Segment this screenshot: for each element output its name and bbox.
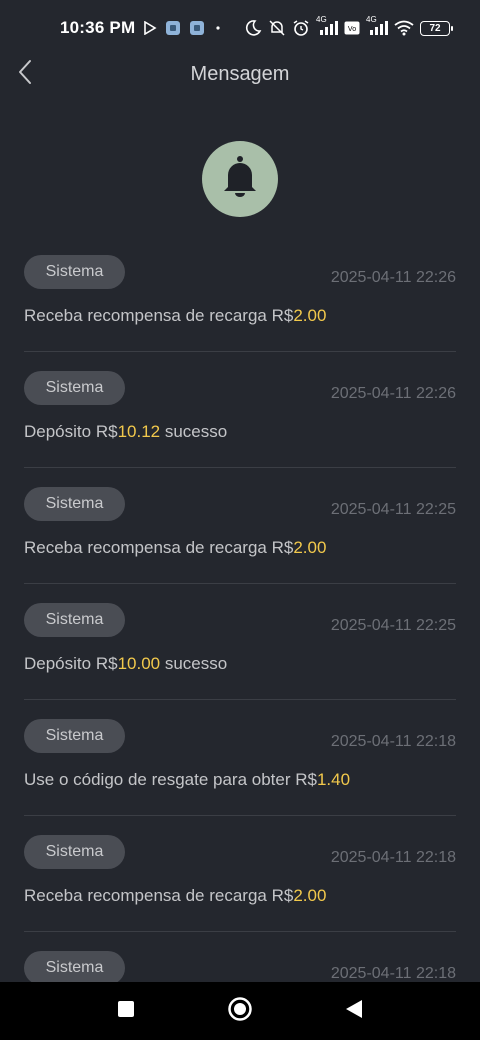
message-type-badge: Sistema bbox=[24, 603, 125, 637]
signal-icon: 4G bbox=[366, 15, 388, 36]
battery-icon: 72 bbox=[420, 20, 453, 36]
status-time: 10:36 PM bbox=[60, 18, 136, 37]
message-type-badge: Sistema bbox=[24, 951, 125, 985]
wifi-icon bbox=[394, 20, 414, 36]
alarm-icon bbox=[292, 19, 310, 37]
play-store-icon bbox=[143, 21, 157, 35]
message-text: Use o código de resgate para obter R$1.4… bbox=[24, 770, 350, 790]
message-timestamp: 2025-04-11 22:25 bbox=[330, 617, 456, 634]
message-item[interactable]: Sistema 2025-04-11 22:18 Receba recompensa… bbox=[24, 816, 456, 932]
bell-icon bbox=[220, 155, 260, 204]
message-timestamp: 2025-04-11 22:25 bbox=[330, 501, 456, 518]
message-type-badge: Sistema bbox=[24, 835, 125, 869]
status-bar: 10:36 PM 4G Vo 4G 72 bbox=[0, 0, 480, 56]
message-text-prefix: Use o código de resgate para obter R$ bbox=[24, 770, 317, 789]
message-amount: 2.00 bbox=[293, 886, 327, 905]
volte-icon: Vo bbox=[344, 21, 360, 35]
recent-apps-button[interactable] bbox=[110, 995, 142, 1027]
bell-badge bbox=[202, 141, 278, 217]
app-notification-icon bbox=[165, 20, 181, 36]
message-timestamp: 2025-04-11 22:18 bbox=[330, 965, 456, 982]
moon-icon bbox=[244, 19, 262, 37]
message-item[interactable]: Sistema 2025-04-11 22:25 Receba recompensa… bbox=[24, 468, 456, 584]
message-amount: 2.00 bbox=[293, 306, 327, 325]
app-header: Mensagem bbox=[0, 56, 480, 92]
message-type-badge: Sistema bbox=[24, 487, 125, 521]
message-amount: 10.12 bbox=[117, 422, 161, 441]
message-item[interactable]: Sistema 2025-04-11 22:25 Depósito R$10.00 … bbox=[24, 584, 456, 700]
message-text-prefix: Receba recompensa de recarga R$ bbox=[24, 306, 294, 325]
network-label: 4G bbox=[366, 15, 377, 24]
message-text-prefix: Depósito R$ bbox=[24, 422, 118, 441]
message-text: Depósito R$10.12 sucesso bbox=[24, 422, 227, 442]
message-type-badge: Sistema bbox=[24, 371, 125, 405]
message-list: Sistema 2025-04-11 22:26 Receba recompensa… bbox=[24, 236, 456, 1040]
message-text-prefix: Depósito R$ bbox=[24, 654, 118, 673]
message-text-prefix: Receba recompensa de recarga R$ bbox=[24, 886, 294, 905]
message-text: Receba recompensa de recarga R$2.00 bbox=[24, 538, 326, 558]
message-amount: 1.40 bbox=[316, 770, 351, 789]
nav-back-button[interactable] bbox=[338, 995, 370, 1027]
signal-icon: 4G bbox=[316, 15, 338, 36]
message-item[interactable]: Sistema 2025-04-11 22:18 Use o código de r… bbox=[24, 700, 456, 816]
dot-icon bbox=[213, 23, 223, 33]
home-button[interactable] bbox=[224, 995, 256, 1027]
message-item[interactable]: Sistema 2025-04-11 22:26 Receba recompensa… bbox=[24, 236, 456, 352]
message-type-badge: Sistema bbox=[24, 719, 125, 753]
message-timestamp: 2025-04-11 22:18 bbox=[330, 733, 456, 750]
message-item[interactable]: Sistema 2025-04-11 22:26 Depósito R$10.12 … bbox=[24, 352, 456, 468]
message-type-badge: Sistema bbox=[24, 255, 125, 289]
system-nav-bar bbox=[0, 982, 480, 1040]
message-timestamp: 2025-04-11 22:26 bbox=[330, 385, 456, 402]
message-text-prefix: Receba recompensa de recarga R$ bbox=[24, 538, 294, 557]
message-timestamp: 2025-04-11 22:18 bbox=[330, 849, 456, 866]
message-text: Receba recompensa de recarga R$2.00 bbox=[24, 886, 326, 906]
message-text-suffix: sucesso bbox=[160, 654, 228, 673]
message-text: Receba recompensa de recarga R$2.00 bbox=[24, 306, 326, 326]
network-label: 4G bbox=[316, 15, 327, 24]
back-button[interactable] bbox=[10, 58, 40, 90]
app-notification-icon bbox=[189, 20, 205, 36]
muted-bell-icon bbox=[268, 19, 286, 37]
square-icon bbox=[117, 1000, 135, 1023]
message-amount: 10.00 bbox=[117, 654, 161, 673]
message-amount: 2.00 bbox=[293, 538, 327, 557]
message-timestamp: 2025-04-11 22:26 bbox=[330, 269, 456, 286]
chevron-left-icon bbox=[17, 59, 33, 90]
circle-icon bbox=[227, 996, 253, 1027]
message-text: Depósito R$10.00 sucesso bbox=[24, 654, 227, 674]
page-title: Mensagem bbox=[190, 62, 290, 85]
triangle-back-icon bbox=[345, 999, 363, 1024]
svg-text:Vo: Vo bbox=[348, 26, 356, 33]
message-text-suffix: sucesso bbox=[160, 422, 228, 441]
